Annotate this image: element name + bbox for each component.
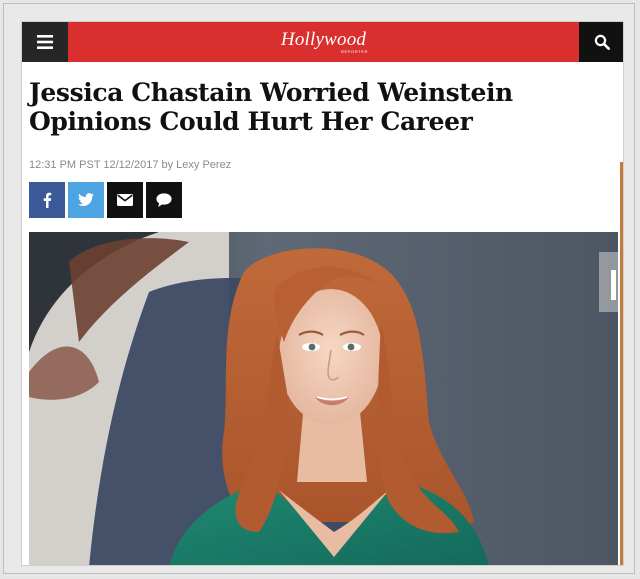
twitter-icon <box>78 193 94 206</box>
site-logo[interactable]: Hollywood <box>22 29 623 51</box>
site-header: Hollywood REPORTER <box>22 22 623 62</box>
article-page: Hollywood REPORTER Jessica Chastain Worr… <box>21 21 624 566</box>
article-headline: Jessica Chastain Worried Weinstein Opini… <box>29 78 513 136</box>
screenshot-frame: Hollywood REPORTER Jessica Chastain Worr… <box>3 3 635 574</box>
share-bar <box>29 182 182 218</box>
article-byline: 12:31 PM PST 12/12/2017 by Lexy Perez <box>29 159 232 171</box>
hero-image[interactable] <box>29 232 618 565</box>
share-twitter-button[interactable] <box>68 182 104 218</box>
search-icon <box>594 34 610 50</box>
page-edge-accent <box>620 162 623 565</box>
comment-icon <box>156 192 172 207</box>
share-facebook-button[interactable] <box>29 182 65 218</box>
comment-button[interactable] <box>146 182 182 218</box>
hero-photo <box>29 232 618 565</box>
facebook-icon <box>43 192 52 208</box>
site-logo-sub: REPORTER <box>341 49 368 54</box>
search-button[interactable] <box>579 22 623 62</box>
email-icon <box>117 194 133 206</box>
share-email-button[interactable] <box>107 182 143 218</box>
